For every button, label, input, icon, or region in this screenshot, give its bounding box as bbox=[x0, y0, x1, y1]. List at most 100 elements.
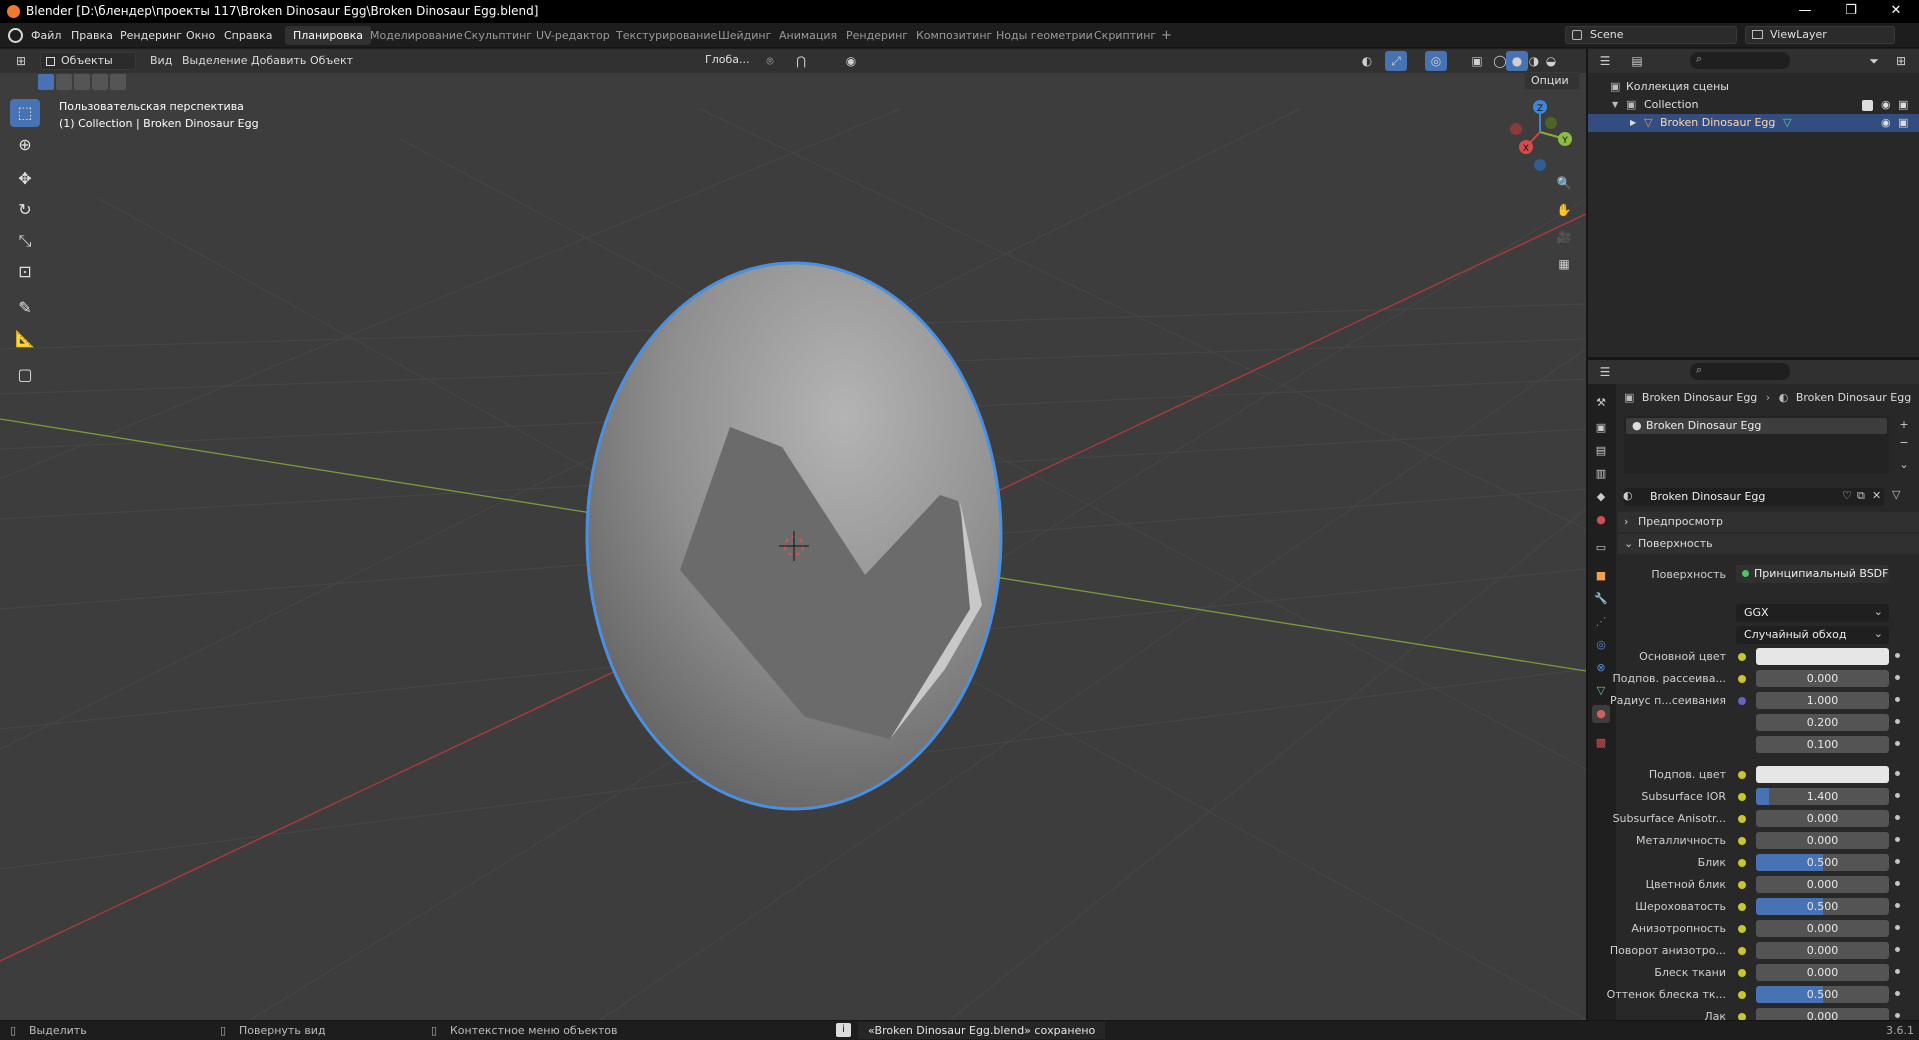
keyframe-dot-icon[interactable] bbox=[1895, 741, 1900, 746]
properties-search-input[interactable] bbox=[1690, 363, 1790, 380]
value-slider[interactable]: 0.000 bbox=[1756, 942, 1889, 959]
socket-dot-icon[interactable] bbox=[1738, 969, 1746, 977]
menu-window[interactable]: Окно bbox=[181, 27, 220, 44]
material-slot-list[interactable]: ● Broken Dinosaur Egg bbox=[1624, 416, 1889, 474]
transform-tool-icon[interactable]: ⊡ bbox=[10, 258, 40, 286]
socket-dot-icon[interactable] bbox=[1738, 991, 1746, 999]
rendered-shading-icon[interactable]: ◒ bbox=[1540, 51, 1562, 71]
keyframe-dot-icon[interactable] bbox=[1895, 925, 1900, 930]
close-button[interactable]: ✕ bbox=[1873, 0, 1919, 23]
keyframe-dot-icon[interactable] bbox=[1895, 903, 1900, 908]
fake-user-icon[interactable]: ♡ bbox=[1842, 489, 1852, 502]
minimize-button[interactable]: — bbox=[1782, 0, 1828, 23]
keyframe-dot-icon[interactable] bbox=[1895, 837, 1900, 842]
pan-hand-icon[interactable]: ✋ bbox=[1553, 200, 1575, 220]
outliner-row-scene-collection[interactable]: ▣ Коллекция сцены bbox=[1588, 78, 1919, 96]
color-swatch[interactable] bbox=[1756, 648, 1889, 665]
tool-tab-icon[interactable]: ⚒ bbox=[1592, 394, 1610, 412]
value-slider[interactable]: 1.000 bbox=[1756, 692, 1889, 709]
render-tab-icon[interactable]: ▣ bbox=[1592, 419, 1610, 437]
proportional-editing-icon[interactable]: ◉ bbox=[840, 51, 862, 71]
link-mode-icon[interactable]: ▽ bbox=[1892, 488, 1900, 501]
editor-type-icon[interactable]: ⊞ bbox=[10, 51, 32, 71]
annotate-tool-icon[interactable]: ✎ bbox=[10, 294, 40, 322]
navigation-gizmo[interactable]: Z Y X bbox=[1510, 100, 1572, 171]
keyframe-dot-icon[interactable] bbox=[1895, 991, 1900, 996]
tab-layout[interactable]: Планировка bbox=[285, 26, 371, 45]
scene-selector[interactable]: Scene bbox=[1565, 26, 1737, 44]
keyframe-dot-icon[interactable] bbox=[1895, 881, 1900, 886]
output-tab-icon[interactable]: ▤ bbox=[1592, 442, 1610, 460]
value-slider[interactable]: 0.100 bbox=[1756, 736, 1889, 753]
expand-arrow-icon[interactable]: ▶ bbox=[1630, 114, 1636, 132]
value-slider[interactable]: 0.200 bbox=[1756, 714, 1889, 731]
3d-viewport[interactable]: Z Y X bbox=[0, 49, 1586, 1020]
surface-shader-selector[interactable]: Принципиальный BSDF bbox=[1736, 565, 1889, 583]
rotate-tool-icon[interactable]: ↻ bbox=[10, 196, 40, 224]
exclude-checkbox[interactable] bbox=[1862, 100, 1873, 111]
menu-file[interactable]: Файл bbox=[26, 27, 66, 44]
add-cube-tool-icon[interactable]: ▢ bbox=[10, 361, 40, 389]
duplicate-material-icon[interactable]: ⧉ bbox=[1857, 489, 1865, 503]
socket-dot-icon[interactable] bbox=[1738, 947, 1746, 955]
camera-view-icon[interactable]: 🎥 bbox=[1553, 227, 1575, 247]
options-dropdown[interactable]: Опции bbox=[1524, 72, 1580, 90]
select-new-icon[interactable] bbox=[38, 74, 54, 90]
socket-dot-icon[interactable] bbox=[1738, 881, 1746, 889]
eye-icon[interactable]: ◉ bbox=[1881, 114, 1891, 132]
xray-icon[interactable]: ▣ bbox=[1466, 51, 1488, 71]
view-layer-tab-icon[interactable]: ▥ bbox=[1592, 465, 1610, 483]
outliner-row-collection[interactable]: ▼ ▣ Collection ◉ ▣ bbox=[1588, 96, 1919, 114]
gizmo-toggle-icon[interactable]: ⤢ bbox=[1385, 51, 1407, 71]
distribution-dropdown[interactable]: GGX ⌄ bbox=[1736, 604, 1889, 622]
select-extend-icon[interactable] bbox=[56, 74, 72, 90]
outliner-search-input[interactable] bbox=[1690, 52, 1790, 69]
menu-select[interactable]: Выделение bbox=[182, 52, 248, 70]
select-invert-icon[interactable] bbox=[92, 74, 108, 90]
move-tool-icon[interactable]: ✥ bbox=[10, 165, 40, 193]
panel-preview-header[interactable]: › Предпросмотр bbox=[1618, 512, 1919, 532]
socket-dot-icon[interactable] bbox=[1738, 925, 1746, 933]
snap-icon[interactable]: ⋂ bbox=[790, 51, 812, 71]
tab-shading[interactable]: Шейдинг bbox=[710, 26, 779, 45]
eye-icon[interactable]: ◉ bbox=[1881, 96, 1891, 114]
socket-dot-icon[interactable] bbox=[1738, 859, 1746, 867]
value-slider[interactable]: 0.000 bbox=[1756, 964, 1889, 981]
keyframe-dot-icon[interactable] bbox=[1895, 653, 1900, 658]
keyframe-dot-icon[interactable] bbox=[1895, 815, 1900, 820]
panel-surface-header[interactable]: ⌄ Поверхность bbox=[1618, 534, 1919, 554]
outliner-editor-type-icon[interactable]: ☰ bbox=[1594, 51, 1616, 71]
zoom-icon[interactable]: 🔍 bbox=[1553, 173, 1575, 193]
value-slider[interactable]: 0.500 bbox=[1756, 986, 1889, 1003]
view-layer-selector[interactable]: ViewLayer bbox=[1745, 26, 1895, 44]
outliner-row-object[interactable]: ▶ ▽ Broken Dinosaur Egg ▽ ◉ ▣ bbox=[1588, 114, 1919, 132]
keyframe-dot-icon[interactable] bbox=[1895, 947, 1900, 952]
keyframe-dot-icon[interactable] bbox=[1895, 719, 1900, 724]
transform-orientation-selector[interactable]: Глоба... bbox=[685, 52, 753, 70]
add-slot-icon[interactable]: + bbox=[1896, 418, 1912, 434]
slot-menu-icon[interactable]: ⌄ bbox=[1896, 458, 1912, 474]
blender-menu-icon[interactable] bbox=[8, 28, 23, 43]
collection-tab-icon[interactable]: ▭ bbox=[1592, 539, 1610, 557]
filter-icon[interactable]: ⏷ bbox=[1863, 51, 1885, 71]
mesh-data-icon[interactable]: ▽ bbox=[1783, 114, 1791, 132]
properties-editor-type-icon[interactable]: ☰ bbox=[1594, 362, 1616, 382]
subsurface-method-dropdown[interactable]: Случайный обход ⌄ bbox=[1736, 626, 1889, 644]
cursor-tool-icon[interactable]: ⊕ bbox=[10, 131, 40, 159]
socket-dot-icon[interactable] bbox=[1738, 675, 1746, 683]
perspective-toggle-icon[interactable]: ▦ bbox=[1553, 254, 1575, 274]
keyframe-dot-icon[interactable] bbox=[1895, 1013, 1900, 1018]
value-slider[interactable]: 0.000 bbox=[1756, 876, 1889, 893]
unlink-material-icon[interactable]: ✕ bbox=[1872, 489, 1881, 502]
color-swatch[interactable] bbox=[1756, 766, 1889, 783]
display-mode-icon[interactable]: ▤ bbox=[1626, 51, 1648, 71]
new-collection-icon[interactable]: ⊞ bbox=[1890, 51, 1912, 71]
tab-uv-editing[interactable]: UV-редактор bbox=[528, 26, 618, 45]
tab-compositing[interactable]: Композитинг bbox=[908, 26, 1000, 45]
add-workspace-button[interactable]: + bbox=[1153, 26, 1180, 45]
keyframe-dot-icon[interactable] bbox=[1895, 771, 1900, 776]
menu-view[interactable]: Вид bbox=[150, 52, 172, 70]
value-slider[interactable]: 0.500 bbox=[1756, 898, 1889, 915]
keyframe-dot-icon[interactable] bbox=[1895, 859, 1900, 864]
socket-dot-icon[interactable] bbox=[1738, 793, 1746, 801]
